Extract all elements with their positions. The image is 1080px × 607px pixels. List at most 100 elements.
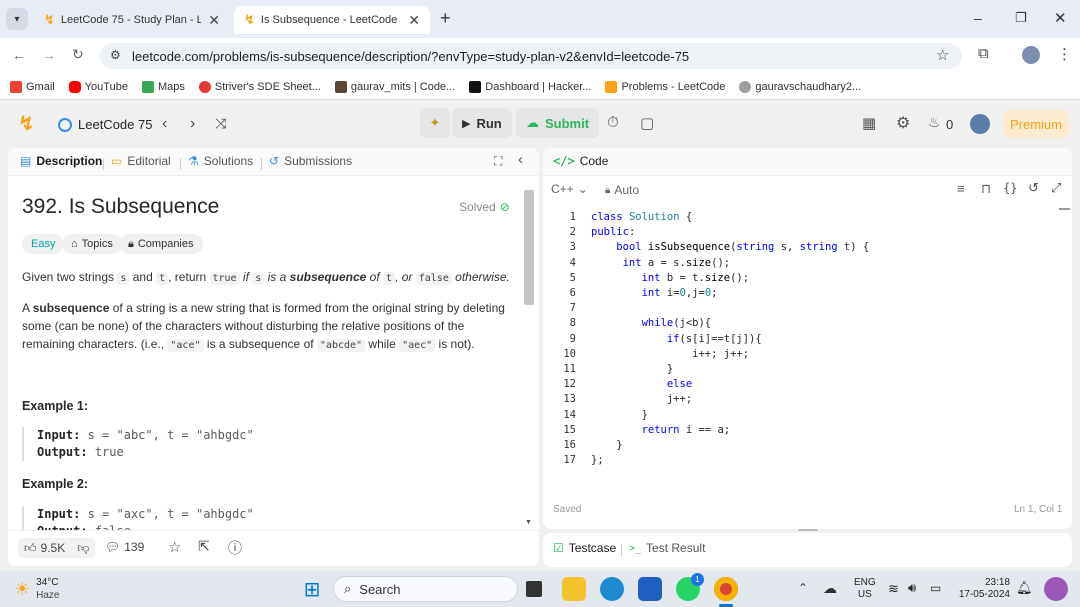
- striver-icon: [198, 80, 211, 93]
- thumbs-down-icon[interactable]: 👎︎: [77, 541, 89, 556]
- format-icon[interactable]: ≡: [957, 181, 965, 196]
- notes-icon[interactable]: ▢: [640, 114, 654, 132]
- code-line: 5 int b = t.size();: [569, 271, 750, 284]
- code-tab[interactable]: </> Code: [553, 154, 608, 168]
- reset-code-icon[interactable]: ↺: [1028, 180, 1039, 196]
- panel-resize-handle[interactable]: [798, 529, 818, 531]
- autocomplete-mode[interactable]: 🔒︎ Auto: [605, 183, 639, 197]
- tab-search-button[interactable]: ▾: [6, 8, 28, 30]
- bookmark-codechef[interactable]: gaurav_mits | Code...: [334, 80, 455, 93]
- system-clock[interactable]: 23:18 17-05-2024: [956, 577, 1010, 601]
- tray-chevron-icon[interactable]: ⌃: [798, 581, 808, 595]
- user-avatar[interactable]: [970, 114, 990, 134]
- code-editor[interactable]: 1 class Solution { 2 public: 3 bool isSubs…: [543, 210, 1072, 470]
- tab-solutions[interactable]: ⚗ Solutions: [188, 154, 253, 168]
- language-select[interactable]: C++ ⌄: [551, 182, 588, 196]
- close-tab-icon[interactable]: ✕: [408, 12, 420, 29]
- layout-icon[interactable]: ▦: [862, 114, 876, 132]
- weather-widget[interactable]: ☀ 34°C Haze: [14, 576, 60, 602]
- example-1-title: Example 1:: [22, 399, 89, 413]
- leetcode-icon: [605, 80, 618, 93]
- favorite-star-icon[interactable]: ☆: [168, 538, 181, 556]
- close-tab-icon[interactable]: ✕: [208, 12, 220, 29]
- scrollbar-track[interactable]: ▼: [524, 182, 534, 526]
- topics-tag[interactable]: ⌂ Topics: [62, 234, 122, 254]
- description-panel: ▤ Description ▭ Editorial ⚗ Solutions ↺ …: [8, 148, 539, 566]
- share-icon[interactable]: ⇱: [198, 538, 210, 555]
- timer-icon[interactable]: ⏱: [607, 114, 619, 131]
- wifi-icon[interactable]: ≋: [888, 581, 899, 597]
- store-icon[interactable]: [638, 577, 662, 601]
- play-icon: ▶: [462, 117, 471, 130]
- profile-avatar[interactable]: [1022, 46, 1040, 64]
- next-problem-icon[interactable]: ›: [190, 115, 195, 133]
- bookmark-star-icon[interactable]: ☆: [936, 46, 949, 64]
- tab-test-result[interactable]: >_ Test Result: [629, 541, 705, 555]
- site-info-icon[interactable]: ⚙: [110, 48, 121, 62]
- study-plan-link[interactable]: LeetCode 75: [58, 117, 152, 132]
- comments-button[interactable]: 💬︎ 139: [105, 540, 144, 554]
- task-view-icon[interactable]: [526, 581, 542, 597]
- cloud-icon[interactable]: ☁: [823, 580, 837, 597]
- collapse-panel-icon[interactable]: ‹: [518, 151, 523, 168]
- reload-icon[interactable]: ↻: [72, 46, 84, 63]
- windows-start-icon[interactable]: ⊞: [300, 577, 324, 601]
- like-button[interactable]: 👍︎ 9.5K 👎︎: [18, 538, 96, 558]
- file-explorer-icon[interactable]: [562, 577, 586, 601]
- bookmark-youtube[interactable]: YouTube: [68, 80, 128, 93]
- bookmark-hackerrank[interactable]: Dashboard | Hacker...: [469, 80, 591, 93]
- bookmark-striver[interactable]: Striver's SDE Sheet...: [198, 80, 321, 93]
- whatsapp-icon[interactable]: 1: [676, 573, 704, 601]
- code-line: 3 bool isSubsequence(string s, string t)…: [569, 241, 870, 254]
- restore-button[interactable]: ❐: [1015, 10, 1027, 26]
- new-tab-button[interactable]: +: [440, 8, 451, 29]
- settings-gear-icon[interactable]: ⚙: [896, 113, 910, 133]
- battery-icon[interactable]: ▭: [930, 581, 941, 595]
- taskbar-search[interactable]: ⌕ Search: [333, 576, 518, 602]
- run-button[interactable]: ▶ Run: [452, 108, 512, 138]
- code-line: 10 i++; j++;: [563, 347, 750, 360]
- streak-flame-icon[interactable]: ♨: [928, 114, 941, 131]
- submit-button[interactable]: ☁ Submit: [516, 108, 600, 138]
- check-circle-icon: ⊘: [499, 200, 510, 214]
- back-arrow-icon[interactable]: ←: [12, 47, 26, 63]
- checkbox-icon: ☑: [553, 541, 564, 555]
- premium-button[interactable]: Premium: [1003, 110, 1069, 138]
- tab-testcase[interactable]: ☑ Testcase: [553, 541, 616, 555]
- tab-submissions[interactable]: ↺ Submissions: [269, 154, 352, 168]
- volume-icon[interactable]: 🔊︎: [908, 580, 916, 596]
- maximize-panel-icon[interactable]: ⛶: [494, 154, 502, 169]
- bookmark-leetcode[interactable]: Problems - LeetCode: [605, 80, 725, 93]
- bookmark-gmail[interactable]: Gmail: [10, 80, 55, 93]
- browser-tab-is-subsequence[interactable]: ↯ Is Subsequence - LeetCode ✕: [234, 6, 430, 34]
- edge-icon[interactable]: [600, 577, 624, 601]
- debugger-icon[interactable]: ✦: [420, 108, 450, 138]
- bookmark-maps[interactable]: Maps: [141, 80, 185, 93]
- close-window-button[interactable]: ✕: [1054, 9, 1067, 27]
- braces-icon[interactable]: {}: [1003, 181, 1017, 195]
- leetcode-logo[interactable]: ↯: [18, 114, 35, 134]
- help-icon[interactable]: ⓘ: [228, 538, 242, 558]
- tab-editorial[interactable]: ▭ Editorial: [111, 154, 171, 168]
- copilot-icon[interactable]: [1044, 577, 1068, 601]
- bookmark-icon[interactable]: ⊓: [981, 181, 991, 197]
- language-indicator[interactable]: ENG US: [854, 577, 876, 601]
- extensions-icon[interactable]: ⧉: [978, 45, 989, 62]
- minimize-button[interactable]: –: [974, 10, 982, 26]
- bookmark-profile[interactable]: gauravschaudhary2...: [739, 80, 861, 93]
- problem-title: 392. Is Subsequence: [22, 195, 220, 218]
- scrollbar-thumb[interactable]: [524, 190, 534, 305]
- browser-menu-icon[interactable]: ⋮: [1057, 45, 1072, 63]
- notification-bell-icon[interactable]: 🔔︎: [1016, 580, 1033, 596]
- scroll-down-icon[interactable]: ▼: [525, 519, 532, 526]
- code-line: 12 else: [563, 378, 693, 391]
- chrome-icon[interactable]: [714, 577, 738, 601]
- fullscreen-icon[interactable]: ⤢: [1051, 180, 1061, 196]
- shuffle-icon[interactable]: ⤨: [215, 115, 226, 132]
- tab-description[interactable]: ▤ Description: [20, 154, 102, 168]
- url-bar[interactable]: ⚙ leetcode.com/problems/is-subsequence/d…: [100, 43, 962, 69]
- forward-arrow-icon[interactable]: →: [42, 47, 56, 63]
- companies-tag[interactable]: 🔒︎ Companies: [119, 234, 203, 254]
- browser-tab-study-plan[interactable]: ↯ LeetCode 75 - Study Plan - Leet ✕: [34, 6, 230, 34]
- prev-problem-icon[interactable]: ‹: [162, 115, 167, 133]
